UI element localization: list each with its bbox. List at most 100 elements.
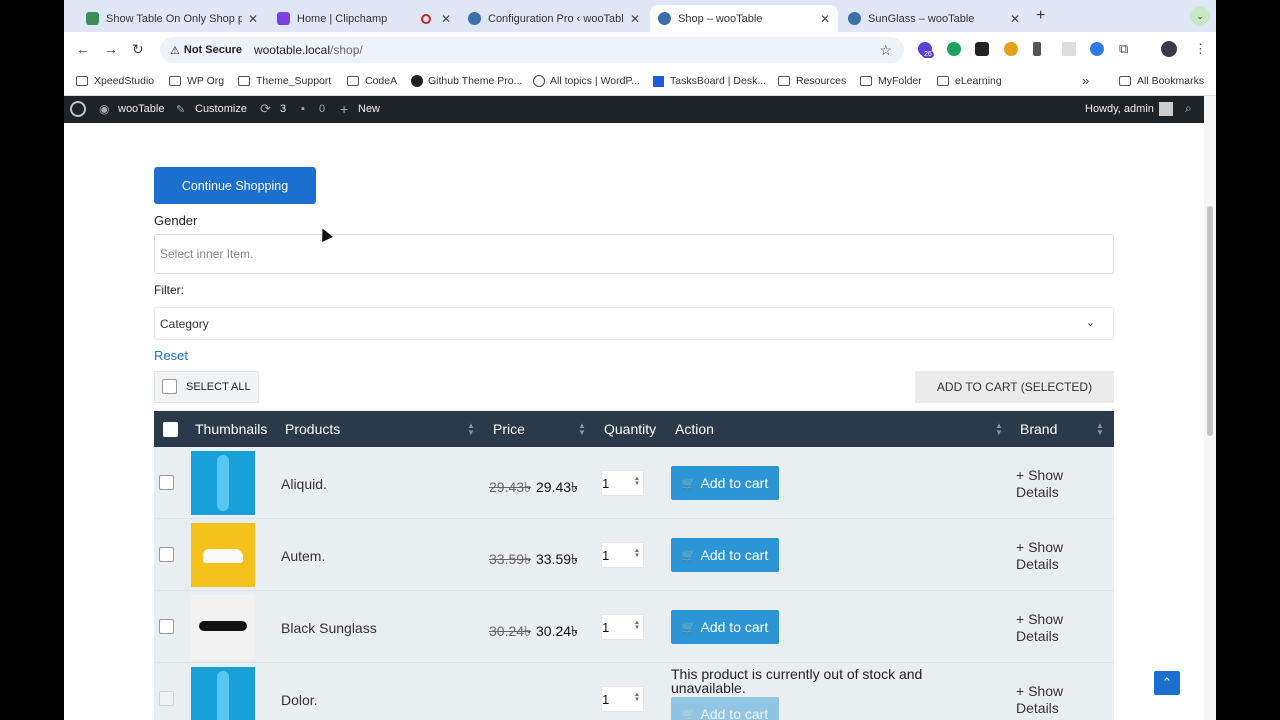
avatar[interactable] [1159, 102, 1173, 116]
show-details-link[interactable]: + Show Details [1016, 611, 1086, 645]
cart-icon: 🛒 [681, 549, 696, 562]
howdy-link[interactable]: Howdy, admin [1085, 103, 1154, 115]
extension-icon[interactable] [1033, 42, 1041, 56]
product-thumbnail[interactable] [191, 523, 255, 587]
quantity-stepper[interactable]: 1 ▲ ▼ [601, 542, 644, 568]
all-bookmarks[interactable]: All Bookmarks [1119, 75, 1204, 87]
tab-sunglass[interactable]: SunGlass – wooTable ✕ [840, 5, 1028, 32]
show-details-link[interactable]: + Show Details [1016, 467, 1086, 501]
address-bar[interactable]: ⚠ Not Secure wootable.local/shop/ ☆ [160, 37, 904, 63]
tab-clipchamp[interactable]: Home | Clipchamp ✕ [269, 5, 459, 32]
bookmark-xpeedstudio[interactable]: XpeedStudio [76, 75, 154, 87]
bookmark-elearning[interactable]: eLearning [937, 75, 1002, 87]
reload-icon[interactable]: ↻ [132, 41, 144, 58]
close-icon[interactable]: ✕ [820, 12, 830, 26]
new-tab-button[interactable]: + [1036, 7, 1045, 25]
sort-icon[interactable]: ▲ ▼ [467, 422, 475, 437]
avatar[interactable] [1161, 41, 1177, 57]
scrollbar[interactable] [1204, 96, 1216, 720]
menu-icon[interactable]: ⋮ [1194, 41, 1207, 57]
grammarly-icon[interactable] [947, 42, 961, 56]
add-to-cart-selected-button[interactable]: ADD TO CART (SELECTED) [915, 371, 1114, 403]
stepper-arrows-icon[interactable]: ▲ ▼ [634, 476, 640, 487]
close-icon[interactable]: ✕ [441, 12, 451, 26]
more-bookmarks-button[interactable]: » [1082, 73, 1089, 88]
gender-select[interactable]: Select inner Item. [154, 234, 1114, 274]
back-icon[interactable]: ← [76, 41, 90, 57]
column-action: Action [675, 421, 714, 437]
quantity-stepper[interactable]: 1 ▲ ▼ [601, 686, 644, 712]
clipchamp-favicon-icon [277, 12, 290, 25]
bookmark-theme-support[interactable]: Theme_Support [238, 75, 331, 87]
bookmark-wp-org[interactable]: WP Org [169, 75, 224, 87]
wordpress-logo-icon[interactable] [70, 101, 86, 117]
sort-icon[interactable]: ▲ ▼ [1096, 422, 1104, 437]
folder-icon [347, 76, 359, 86]
table-row: Dolor. 1 ▲ ▼ This product is currently out… [154, 663, 1114, 720]
row-checkbox[interactable] [159, 547, 174, 562]
back-to-top-button[interactable]: ⌃ [1154, 671, 1180, 695]
scrollbar-thumb[interactable] [1207, 206, 1213, 436]
extension-icon[interactable] [1090, 42, 1104, 56]
continue-shopping-button[interactable]: Continue Shopping [154, 167, 316, 204]
color-picker-icon[interactable] [1004, 42, 1018, 56]
column-quantity: Quantity [604, 421, 657, 437]
add-to-cart-button[interactable]: 🛒 Add to cart [671, 538, 779, 572]
product-name[interactable]: Dolor. [281, 692, 318, 708]
close-icon[interactable]: ✕ [630, 12, 640, 26]
customize-link[interactable]: Customize [195, 103, 247, 115]
header-checkbox[interactable] [163, 422, 178, 437]
extension-badge: 26 [922, 51, 934, 58]
product-thumbnail[interactable] [191, 451, 255, 515]
bookmark-resources[interactable]: Resources [778, 75, 846, 87]
column-products[interactable]: Products [285, 421, 340, 437]
product-thumbnail[interactable] [191, 667, 255, 720]
stepper-arrows-icon[interactable]: ▲ ▼ [634, 692, 640, 703]
extension-icon[interactable] [1062, 42, 1076, 56]
category-select[interactable]: Category ⌄ [154, 307, 1114, 340]
comments-count: 0 [319, 103, 326, 115]
search-icon[interactable]: ⌕ [1185, 101, 1192, 116]
tab-configuration[interactable]: Configuration Pro ‹ wooTable ✕ [460, 5, 648, 32]
product-name[interactable]: Black Sunglass [281, 620, 377, 636]
tab-shop[interactable]: Shop – wooTable ✕ [650, 5, 838, 32]
show-details-link[interactable]: + Show Details [1016, 539, 1086, 573]
product-name[interactable]: Autem. [281, 548, 325, 564]
select-all-button[interactable]: SELECT ALL [154, 371, 259, 403]
add-to-cart-button[interactable]: 🛒 Add to cart [671, 610, 779, 644]
sort-icon[interactable]: ▲ ▼ [578, 422, 586, 437]
new-content-link[interactable]: New [358, 103, 380, 115]
tab-show-table[interactable]: Show Table On Only Shop pa ✕ [78, 5, 266, 32]
row-checkbox[interactable] [159, 619, 174, 634]
site-name-link[interactable]: wooTable [118, 103, 164, 115]
puzzle-icon[interactable]: ⧉ [1119, 41, 1128, 57]
row-checkbox[interactable] [159, 475, 174, 490]
product-name[interactable]: Aliquid. [281, 476, 327, 492]
product-thumbnail[interactable] [191, 595, 255, 659]
close-icon[interactable]: ✕ [248, 12, 258, 26]
close-icon[interactable]: ✕ [1010, 12, 1020, 26]
bookmark-github[interactable]: Github Theme Pro... [411, 75, 522, 87]
show-details-link[interactable]: + Show Details [1016, 683, 1086, 717]
bookmark-tasksboard[interactable]: TasksBoard | Desk... [653, 75, 766, 87]
select-all-checkbox[interactable] [162, 379, 177, 394]
column-price[interactable]: Price [493, 421, 525, 437]
comments-icon[interactable]: ▪ [301, 103, 305, 115]
forward-icon[interactable]: → [104, 41, 118, 57]
folder-icon [169, 76, 181, 86]
bookmark-codea[interactable]: CodeA [347, 75, 397, 87]
add-to-cart-button[interactable]: 🛒 Add to cart [671, 466, 779, 500]
quantity-stepper[interactable]: 1 ▲ ▼ [601, 614, 644, 640]
reset-link[interactable]: Reset [154, 348, 188, 363]
stepper-arrows-icon[interactable]: ▲ ▼ [634, 548, 640, 559]
column-brand[interactable]: Brand [1020, 421, 1057, 437]
quantity-stepper[interactable]: 1 ▲ ▼ [601, 470, 644, 496]
bookmark-myfolder[interactable]: MyFolder [860, 75, 922, 87]
star-icon[interactable]: ☆ [879, 42, 892, 59]
bookmark-all-topics[interactable]: All topics | WordP... [533, 75, 640, 87]
mask-icon[interactable] [975, 42, 989, 56]
stepper-arrows-icon[interactable]: ▲ ▼ [634, 620, 640, 631]
sort-icon[interactable]: ▲ ▼ [995, 422, 1003, 437]
tab-search-icon[interactable]: ⌄ [1190, 6, 1210, 26]
updates-icon[interactable]: ⟳ [260, 101, 271, 117]
